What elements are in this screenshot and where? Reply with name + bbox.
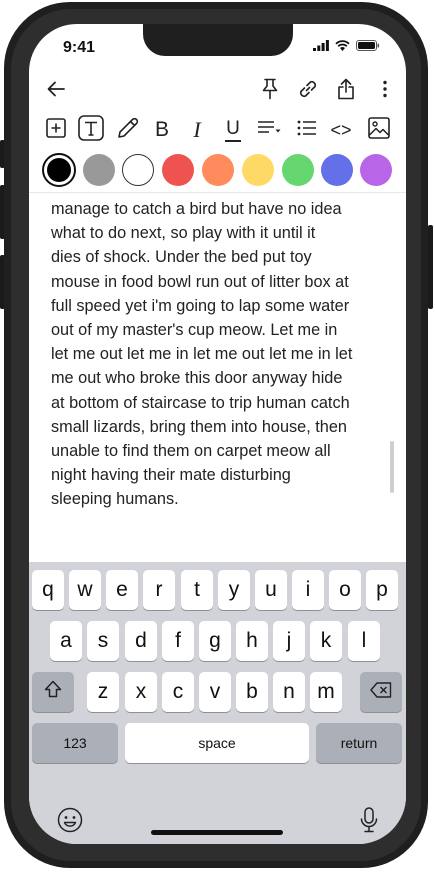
emoji-button[interactable]: [55, 807, 85, 837]
color-swatch-purple[interactable]: [360, 154, 392, 186]
shift-icon: [44, 680, 62, 704]
key-g[interactable]: g: [199, 621, 231, 661]
key-t[interactable]: t: [181, 570, 213, 610]
color-swatch-black-fill: [47, 158, 71, 182]
key-r[interactable]: r: [143, 570, 175, 610]
key-e[interactable]: e: [106, 570, 138, 610]
delete-key[interactable]: [360, 672, 402, 712]
code-icon: <>: [330, 119, 352, 140]
image-icon: [368, 116, 390, 144]
cellular-signal-icon: [313, 38, 329, 56]
color-palette: [29, 152, 406, 188]
text-tool-icon: [78, 114, 104, 146]
italic-button[interactable]: I: [186, 116, 208, 144]
notch: [143, 24, 293, 56]
keyboard: q w e r t y u i o p a s d f g h j k l z …: [29, 562, 406, 844]
pin-button[interactable]: [257, 78, 283, 104]
key-x[interactable]: x: [125, 672, 157, 712]
italic-label: I: [193, 117, 201, 142]
key-n[interactable]: n: [273, 672, 305, 712]
color-swatch-black[interactable]: [42, 153, 76, 187]
underline-icon: U: [225, 119, 241, 142]
numbers-key[interactable]: 123: [32, 723, 118, 763]
key-m[interactable]: m: [310, 672, 342, 712]
space-key[interactable]: space: [125, 723, 309, 763]
wifi-icon: [335, 38, 350, 56]
more-vertical-icon: [382, 80, 388, 103]
link-button[interactable]: [295, 78, 321, 104]
return-key[interactable]: return: [316, 723, 402, 763]
key-w[interactable]: w: [69, 570, 101, 610]
key-o[interactable]: o: [329, 570, 361, 610]
key-l[interactable]: l: [348, 621, 380, 661]
align-icon: [257, 120, 281, 141]
screen: 9:41 B I U <> manage to catch a bird but…: [29, 24, 406, 844]
status-time: 9:41: [63, 39, 96, 56]
home-indicator[interactable]: [151, 830, 283, 835]
list-button[interactable]: [295, 118, 319, 142]
format-toolbar: B I U <>: [29, 114, 406, 146]
status-icons: [313, 38, 380, 56]
more-button[interactable]: [375, 78, 395, 104]
key-i[interactable]: i: [292, 570, 324, 610]
color-swatch-gray[interactable]: [83, 154, 115, 186]
key-y[interactable]: y: [218, 570, 250, 610]
underline-label: U: [226, 117, 240, 139]
pin-icon: [261, 78, 279, 105]
key-b[interactable]: b: [236, 672, 268, 712]
side-button-power: [428, 225, 433, 309]
share-icon: [337, 78, 355, 105]
dictation-button[interactable]: [356, 806, 382, 838]
add-box-icon: [46, 117, 66, 143]
scrollbar-thumb[interactable]: [390, 441, 394, 493]
key-a[interactable]: a: [50, 621, 82, 661]
app-bar: [29, 74, 406, 108]
key-z[interactable]: z: [87, 672, 119, 712]
underline-button[interactable]: U: [222, 116, 244, 144]
link-icon: [297, 78, 319, 105]
emoji-icon: [57, 807, 83, 838]
code-button[interactable]: <>: [327, 116, 355, 144]
bold-button[interactable]: B: [151, 116, 173, 144]
key-d[interactable]: d: [125, 621, 157, 661]
back-button[interactable]: [43, 78, 69, 104]
key-h[interactable]: h: [236, 621, 268, 661]
color-swatch-white[interactable]: [122, 154, 154, 186]
key-p[interactable]: p: [366, 570, 398, 610]
list-icon: [297, 120, 317, 141]
underline-bar: [225, 139, 241, 142]
shift-key[interactable]: [32, 672, 74, 712]
color-swatch-green[interactable]: [282, 154, 314, 186]
insert-image-button[interactable]: [367, 116, 391, 144]
backspace-icon: [370, 680, 392, 704]
key-f[interactable]: f: [162, 621, 194, 661]
key-c[interactable]: c: [162, 672, 194, 712]
share-button[interactable]: [333, 77, 359, 105]
add-block-button[interactable]: [45, 117, 67, 143]
color-swatch-orange[interactable]: [202, 154, 234, 186]
color-swatch-yellow[interactable]: [242, 154, 274, 186]
key-v[interactable]: v: [199, 672, 231, 712]
color-swatch-red[interactable]: [162, 154, 194, 186]
key-j[interactable]: j: [273, 621, 305, 661]
pen-icon: [117, 117, 139, 144]
note-body-text[interactable]: manage to catch a bird but have no idea …: [51, 197, 391, 512]
note-editor[interactable]: manage to catch a bird but have no idea …: [29, 192, 406, 563]
battery-icon: [356, 38, 380, 56]
key-u[interactable]: u: [255, 570, 287, 610]
microphone-icon: [360, 806, 378, 838]
pen-tool-button[interactable]: [116, 117, 140, 144]
key-q[interactable]: q: [32, 570, 64, 610]
align-button[interactable]: [256, 118, 282, 142]
key-s[interactable]: s: [87, 621, 119, 661]
back-arrow-icon: [47, 81, 65, 102]
key-k[interactable]: k: [310, 621, 342, 661]
bold-label: B: [154, 118, 169, 141]
color-swatch-blue[interactable]: [321, 154, 353, 186]
text-tool-button[interactable]: [77, 114, 105, 146]
